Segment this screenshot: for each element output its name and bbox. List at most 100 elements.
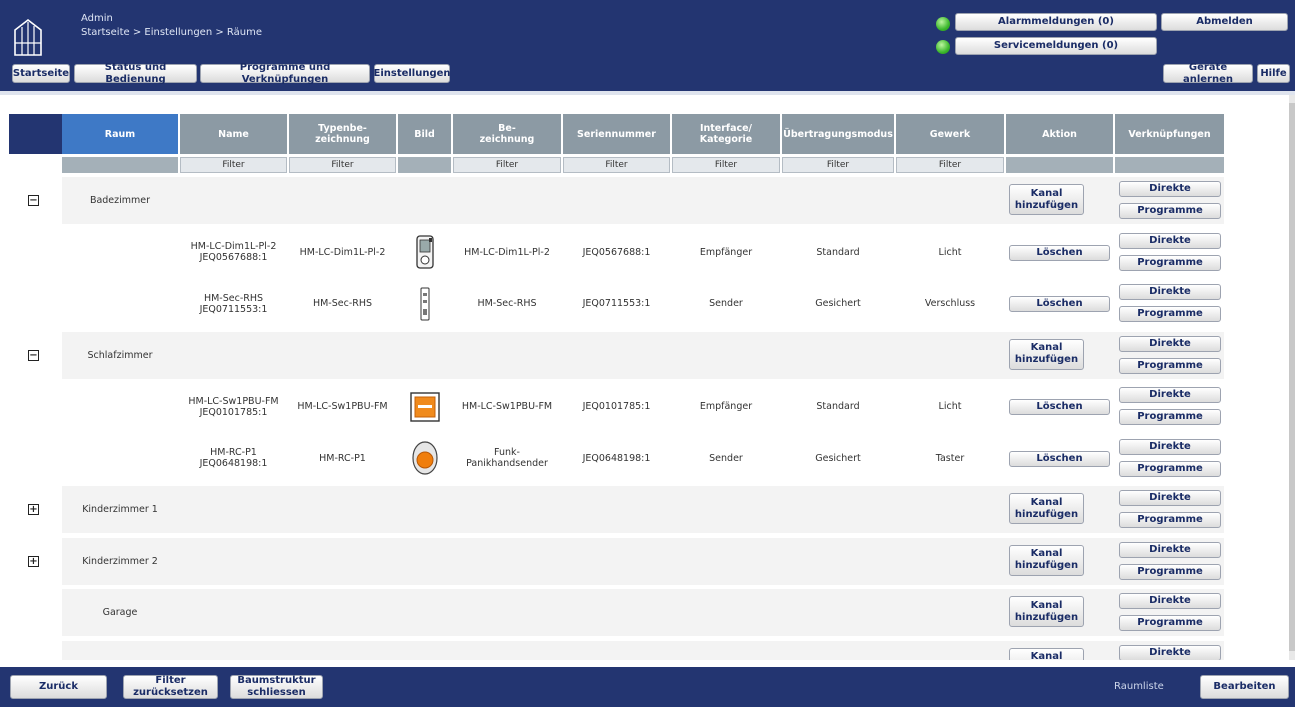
reset-filter-button[interactable]: Filter zurücksetzen [123,675,218,699]
device-serial: JEQ0567688:1 [582,246,651,258]
room-name: Kinderzimmer 1 [82,504,158,515]
programs-button[interactable]: Programme [1119,254,1221,271]
add-channel-button[interactable]: Kanal hinzufügen [1009,493,1084,524]
device-transfer-mode: Gesichert [815,452,861,464]
delete-button[interactable]: Löschen [1009,450,1110,467]
device-name: HM-Sec-RHS JEQ0711553:1 [199,292,268,315]
direct-links-button[interactable]: Direkte [1119,335,1221,352]
nav-status-control[interactable]: Status und Bedienung [74,62,197,85]
device-type: HM-LC-Dim1L-Pl-2 [299,246,386,258]
user-name: Admin [81,13,113,24]
alarm-messages-button[interactable]: Alarmmeldungen (0) [955,13,1157,31]
filter-placeholder-col-image [398,157,451,173]
direct-links-button[interactable]: Direkte [1119,438,1221,455]
direct-links-button[interactable]: Direkte [1119,644,1221,660]
device-transfer-mode: Standard [816,246,860,258]
service-status-led [936,40,950,54]
header-col-interface: Interface/ Kategorie [672,114,780,154]
filter-col-mode[interactable]: Filter [782,157,894,173]
programs-button[interactable]: Programme [1119,512,1221,528]
programs-button[interactable]: Programme [1119,357,1221,374]
programs-button[interactable]: Programme [1119,203,1221,219]
room-name: Badezimmer [89,195,151,206]
expand-icon[interactable]: + [28,504,39,515]
direct-links-button[interactable]: Direkte [1119,541,1221,558]
device-label: HM-Sec-RHS [477,298,537,309]
header-divider [0,91,1295,95]
header-col-image: Bild [398,114,451,154]
header-col-label: Be- zeichnung [453,114,561,154]
add-channel-button[interactable]: Kanal hinzufügen [1009,596,1084,627]
device-serial: JEQ0711553:1 [582,298,651,309]
alarm-status-led [936,17,950,31]
edit-button[interactable]: Bearbeiten [1200,675,1289,699]
direct-links-button[interactable]: Direkte [1119,490,1221,506]
direct-links-button[interactable]: Direkte [1119,232,1221,249]
logout-button[interactable]: Abmelden [1161,13,1288,31]
header-col-room: Raum [62,114,178,154]
window-handle-sensor-icon [398,280,451,327]
programs-button[interactable]: Programme [1119,409,1221,425]
device-label: HM-LC-Sw1PBU-FM [461,401,553,412]
expand-icon[interactable]: + [28,555,39,567]
view-label: Raumliste [1114,681,1164,692]
add-channel-button[interactable]: Kanal hinzufügen [1009,544,1084,576]
nav-settings[interactable]: Einstellungen [373,64,451,83]
filter-col-interface[interactable]: Filter [672,157,780,173]
add-channel-button[interactable]: Kanal hinzufügen [1009,184,1084,215]
room-name: Schlafzimmer [87,349,153,361]
add-channel-button[interactable]: Kanal hinzufügen [1009,647,1084,660]
nav-programs-links[interactable]: Programme und Verknüpfungen [200,62,370,85]
room-name: Garage [102,607,138,618]
flush-switch-icon [398,383,451,430]
filter-col-label[interactable]: Filter [453,157,561,173]
delete-button[interactable]: Löschen [1009,244,1110,261]
direct-links-button[interactable]: Direkte [1119,181,1221,197]
help-button[interactable]: Hilfe [1257,64,1290,83]
filter-placeholder-col-links [1115,157,1224,173]
direct-links-button[interactable]: Direkte [1119,387,1221,403]
delete-button[interactable]: Löschen [1009,296,1110,312]
add-channel-button[interactable]: Kanal hinzufügen [1009,338,1084,370]
header-col-trade: Gewerk [896,114,1004,154]
device-serial: JEQ0648198:1 [582,452,651,464]
filter-col-trade[interactable]: Filter [896,157,1004,173]
header-col-type: Typenbe- zeichnung [289,114,396,154]
programs-button[interactable]: Programme [1119,306,1221,322]
filter-placeholder-col-room [62,157,178,173]
delete-button[interactable]: Löschen [1009,399,1110,415]
device-transfer-mode: Gesichert [815,298,861,309]
room-name: Garten [62,641,178,661]
direct-links-button[interactable]: Direkte [1119,284,1221,300]
device-interface: Empfänger [699,401,753,412]
nav-home[interactable]: Startseite [12,64,70,83]
header-col-name: Name [180,114,287,154]
collapse-icon[interactable]: − [28,195,39,206]
filter-col-serial[interactable]: Filter [563,157,670,173]
device-type: HM-LC-Sw1PBU-FM [297,401,388,412]
programs-button[interactable]: Programme [1119,563,1221,580]
device-name: HM-RC-P1 JEQ0648198:1 [199,447,268,469]
home-logo-icon [14,18,42,56]
vertical-scrollbar[interactable] [1289,95,1295,660]
device-type: HM-RC-P1 [319,452,366,464]
room-name: Kinderzimmer 2 [82,555,158,567]
programs-button[interactable]: Programme [1119,615,1221,631]
device-trade: Verschluss [924,298,976,309]
filter-col-type[interactable]: Filter [289,157,396,173]
learn-devices-button[interactable]: Geräte anlernen [1163,62,1253,85]
device-interface: Sender [709,298,743,309]
service-messages-button[interactable]: Servicemeldungen (0) [955,37,1157,55]
back-button[interactable]: Zurück [10,675,107,699]
scrollbar-thumb[interactable] [1289,103,1295,651]
app: { "header": { "user": "Admin", "breadcru… [0,0,1295,707]
room-table: Raum Name Typenbe- zeichnung Bild Be- zeichn… [0,100,1289,660]
collapse-icon[interactable]: − [28,349,39,361]
direct-links-button[interactable]: Direkte [1119,593,1221,609]
programs-button[interactable]: Programme [1119,460,1221,477]
device-label: Funk- Panikhandsender [466,447,548,469]
filter-col-name[interactable]: Filter [180,157,287,173]
collapse-tree-button[interactable]: Baumstruktur schliessen [230,675,323,699]
device-trade: Licht [938,246,962,258]
panic-remote-icon [398,434,451,482]
